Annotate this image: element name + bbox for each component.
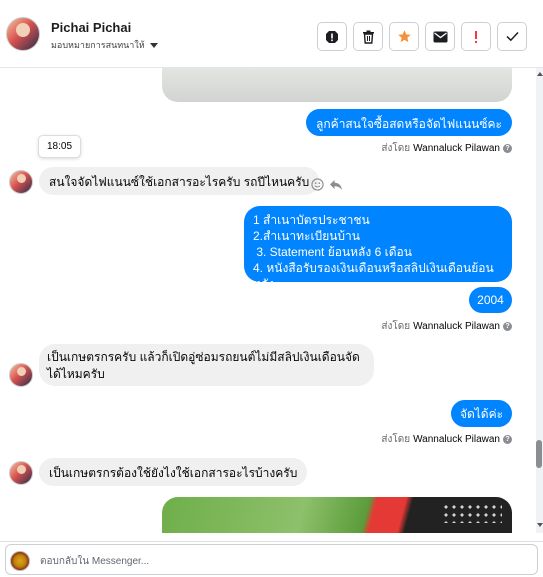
message-line: 1 สำเนาบัตรประชาชน [253,213,370,227]
info-icon[interactable]: ? [503,435,512,444]
star-icon [397,30,411,43]
page-avatar [10,551,30,571]
contact-avatar-small [9,461,33,485]
image-attachment[interactable] [162,68,512,102]
message-line: 2.สำเนาทะเบียนบ้าน [253,229,360,243]
follow-up-button[interactable] [461,22,491,51]
spam-icon [326,30,338,43]
assign-label: มอบหมายการสนทนาให้ [51,40,145,50]
sent-by-label: ส่งโดย Wannaluck Pilawan ? [381,141,512,156]
image-attachment[interactable] [162,497,512,533]
mark-unread-button[interactable] [425,22,455,51]
message-line: 3. Statement ย้อนหลัง 6 เดือน [253,245,412,259]
chevron-down-icon [149,42,158,48]
scroll-thumb[interactable] [536,440,542,468]
sender-name: Wannaluck Pilawan [413,143,500,154]
incoming-message: เป็นเกษตรกรครับ แล้วก็เปิดอู่ซ่อมรถยนต์ไ… [39,344,374,386]
sent-by-label: ส่งโดย Wannaluck Pilawan ? [381,319,512,334]
react-icon[interactable] [311,178,324,191]
mail-icon [433,31,447,42]
reply-composer [0,541,543,577]
sent-by-label: ส่งโดย Wannaluck Pilawan ? [381,432,512,447]
info-icon[interactable]: ? [503,322,512,331]
contact-avatar[interactable] [6,17,40,51]
timestamp-tooltip: 18:05 [38,135,82,158]
outgoing-message: 2004 [469,287,512,313]
contact-avatar-small [9,170,33,194]
conversation-header: Pichai Pichai มอบหมายการสนทนาให้ [0,0,543,68]
message-actions [311,178,343,191]
assign-conversation-dropdown[interactable]: มอบหมายการสนทนาให้ [51,38,158,52]
incoming-message: เป็นเกษตรกรต้องใช้ยังไงใช้เอกสารอะไรบ้าง… [39,458,308,486]
incoming-message: สนใจจัดไฟแนนซ์ใช้เอกสารอะไรครับ รถปีไหนค… [39,167,320,195]
message-line: 4. หนังสือรับรองเงินเดือนหรือสลิปเงินเดื… [253,261,494,291]
mark-spam-button[interactable] [317,22,347,51]
star-button[interactable] [389,22,419,51]
exclamation-icon [475,30,477,43]
info-icon[interactable]: ? [503,144,512,153]
delete-button[interactable] [353,22,383,51]
contact-avatar-small [9,363,33,387]
trash-icon [362,30,374,44]
reply-icon[interactable] [329,179,343,191]
sender-name: Wannaluck Pilawan [413,321,500,332]
reply-input[interactable] [40,552,520,570]
outgoing-message: ลูกค้าสนใจซื้อสดหรือจัดไฟแนนซ์คะ [306,109,512,136]
sender-name: Wannaluck Pilawan [413,434,500,445]
scroll-down-icon[interactable] [537,523,543,527]
check-icon [505,31,519,42]
outgoing-message-multiline: 1 สำเนาบัตรประชาชน 2.สำเนาทะเบียนบ้าน 3.… [244,206,512,291]
outgoing-message: จัดได้ค่ะ [451,400,512,427]
scroll-up-icon[interactable] [537,72,543,76]
contact-name[interactable]: Pichai Pichai [51,20,131,35]
mark-done-button[interactable] [497,22,527,51]
